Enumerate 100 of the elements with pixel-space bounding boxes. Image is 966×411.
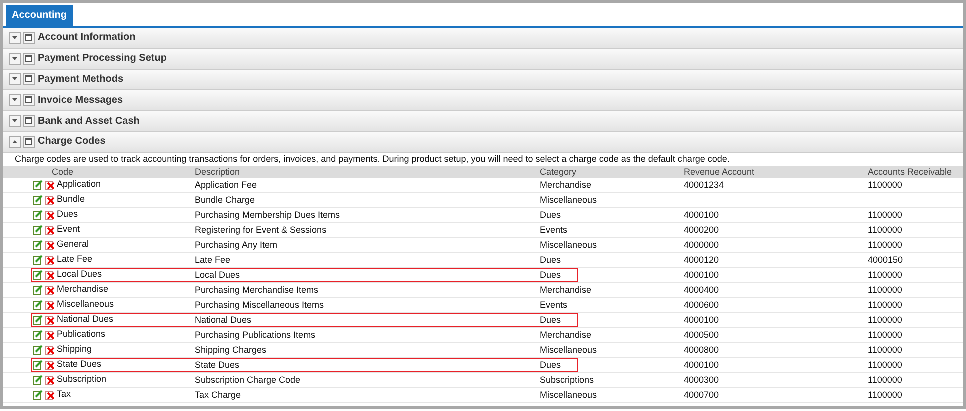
delete-icon[interactable] [45,284,55,295]
section-header[interactable]: Account Information [3,28,963,49]
expand-icon[interactable] [9,52,21,65]
table-cell-text: Bundle Charge [195,194,256,207]
table-cell: 4000100 [684,360,720,370]
table-cell: 4000100 [684,210,720,220]
table-cell-text: Miscellaneous [540,388,598,402]
edit-icon[interactable] [33,254,43,265]
table-cell: 1100000 [868,210,902,220]
table-cell: 1100000 [868,240,902,250]
delete-icon[interactable] [45,390,55,400]
window-icon[interactable] [23,52,35,65]
table-cell-text: Late Fee [195,254,232,267]
table-cell-text: Subscription Charge Code [195,374,302,387]
table-cell-text: Late Fee [57,253,93,266]
section-header[interactable]: Payment Methods [3,70,963,90]
edit-icon[interactable] [33,330,43,340]
table-cell: 4000600 [684,300,720,310]
delete-icon[interactable] [45,360,55,370]
delete-icon[interactable] [45,210,55,220]
table-cell: 4000400 [684,284,720,295]
edit-icon[interactable] [33,284,43,295]
window-icon[interactable] [23,73,35,86]
table-cell-text: Purchasing Publications Items [195,328,317,342]
delete-icon[interactable] [45,344,55,355]
table-cell-text: Publications [57,328,106,342]
section-header[interactable]: Bank and Asset Cash [3,111,963,132]
edit-icon[interactable] [33,300,43,310]
table-cell-text: Merchandise [540,284,593,297]
table-cell-text: Purchasing Membership Dues Items [195,208,342,222]
table-cell-text: Dues [540,314,562,327]
edit-icon[interactable] [33,314,43,325]
edit-icon[interactable] [33,270,43,280]
delete-icon[interactable] [45,240,55,250]
tab[interactable]: Accounting [6,5,73,26]
edit-icon[interactable] [33,194,43,205]
expand-icon[interactable] [9,115,21,128]
delete-icon[interactable] [45,374,55,385]
delete-icon[interactable] [45,330,55,340]
table-cell-text: Application [57,178,102,192]
table-cell-text: Miscellaneous [540,238,598,252]
table-cell-text: Local Dues [195,268,242,282]
table-cell: 1100000 [868,300,902,310]
table-cell-text: Shipping [57,343,92,356]
window-icon[interactable] [23,94,35,106]
window-icon[interactable] [23,32,35,44]
edit-icon[interactable] [33,240,43,250]
table-cell-text: Dues [540,268,562,282]
window-icon[interactable] [23,115,35,128]
table-cell: 1100000 [868,270,902,280]
table-cell-text: Miscellaneous [57,298,114,312]
edit-icon[interactable] [33,224,43,235]
expand-icon[interactable] [9,94,21,106]
table-cell-text: Shipping Charges [195,344,268,357]
table-cell: 1100000 [868,330,902,340]
table-cell: 4000100 [684,270,720,280]
table-cell: 4000800 [684,344,720,355]
table-cell-text: Tax Charge [195,388,242,402]
table-cell-text: Local Dues [57,268,102,282]
table-cell-text: Dues [57,208,78,222]
delete-icon[interactable] [45,270,55,280]
edit-icon[interactable] [33,344,43,355]
table-cell-text: National Dues [195,314,253,327]
table-cell: 4000200 [684,224,720,235]
delete-icon[interactable] [45,194,55,205]
table-cell-text: Events [540,298,569,312]
window-icon[interactable] [23,136,35,148]
delete-icon[interactable] [45,300,55,310]
table-cell: 1100000 [868,180,902,190]
table-cell-text: National Dues [57,313,114,326]
section-header[interactable]: Invoice Messages [3,90,963,112]
table-cell: 4000120 [684,254,720,265]
delete-icon[interactable] [45,314,55,325]
collapse-icon[interactable] [9,136,21,148]
table-cell-text: General [57,238,90,252]
table-cell-text: State Dues [195,358,241,372]
delete-icon[interactable] [45,180,55,190]
section-header[interactable]: Payment Processing Setup [3,48,963,70]
table-cell-text: Registering for Event & Sessions [195,224,328,237]
delete-icon[interactable] [45,224,55,235]
table-cell-text: Merchandise [540,178,593,192]
table-cell-text: Tax [57,388,72,402]
edit-icon[interactable] [33,180,43,190]
table-cell-text: Dues [540,358,562,372]
delete-icon[interactable] [45,254,55,265]
edit-icon[interactable] [33,210,43,220]
table-cell: 4000700 [684,390,720,400]
table-cell-text: Subscriptions [540,374,596,387]
edit-icon[interactable] [33,374,43,385]
edit-icon[interactable] [33,360,43,370]
section-header[interactable]: Charge Codes [3,132,963,153]
edit-icon[interactable] [33,390,43,400]
section-title: Payment Processing Setup [38,53,167,64]
table-cell-text: Merchandise [540,328,593,342]
table-cell: 4000150 [868,254,904,265]
table-cell: 1100000 [868,224,902,235]
expand-icon[interactable] [9,73,21,86]
table-cell-text: Merchandise [57,283,109,296]
table-cell: 4000500 [684,330,720,340]
expand-icon[interactable] [9,32,21,44]
